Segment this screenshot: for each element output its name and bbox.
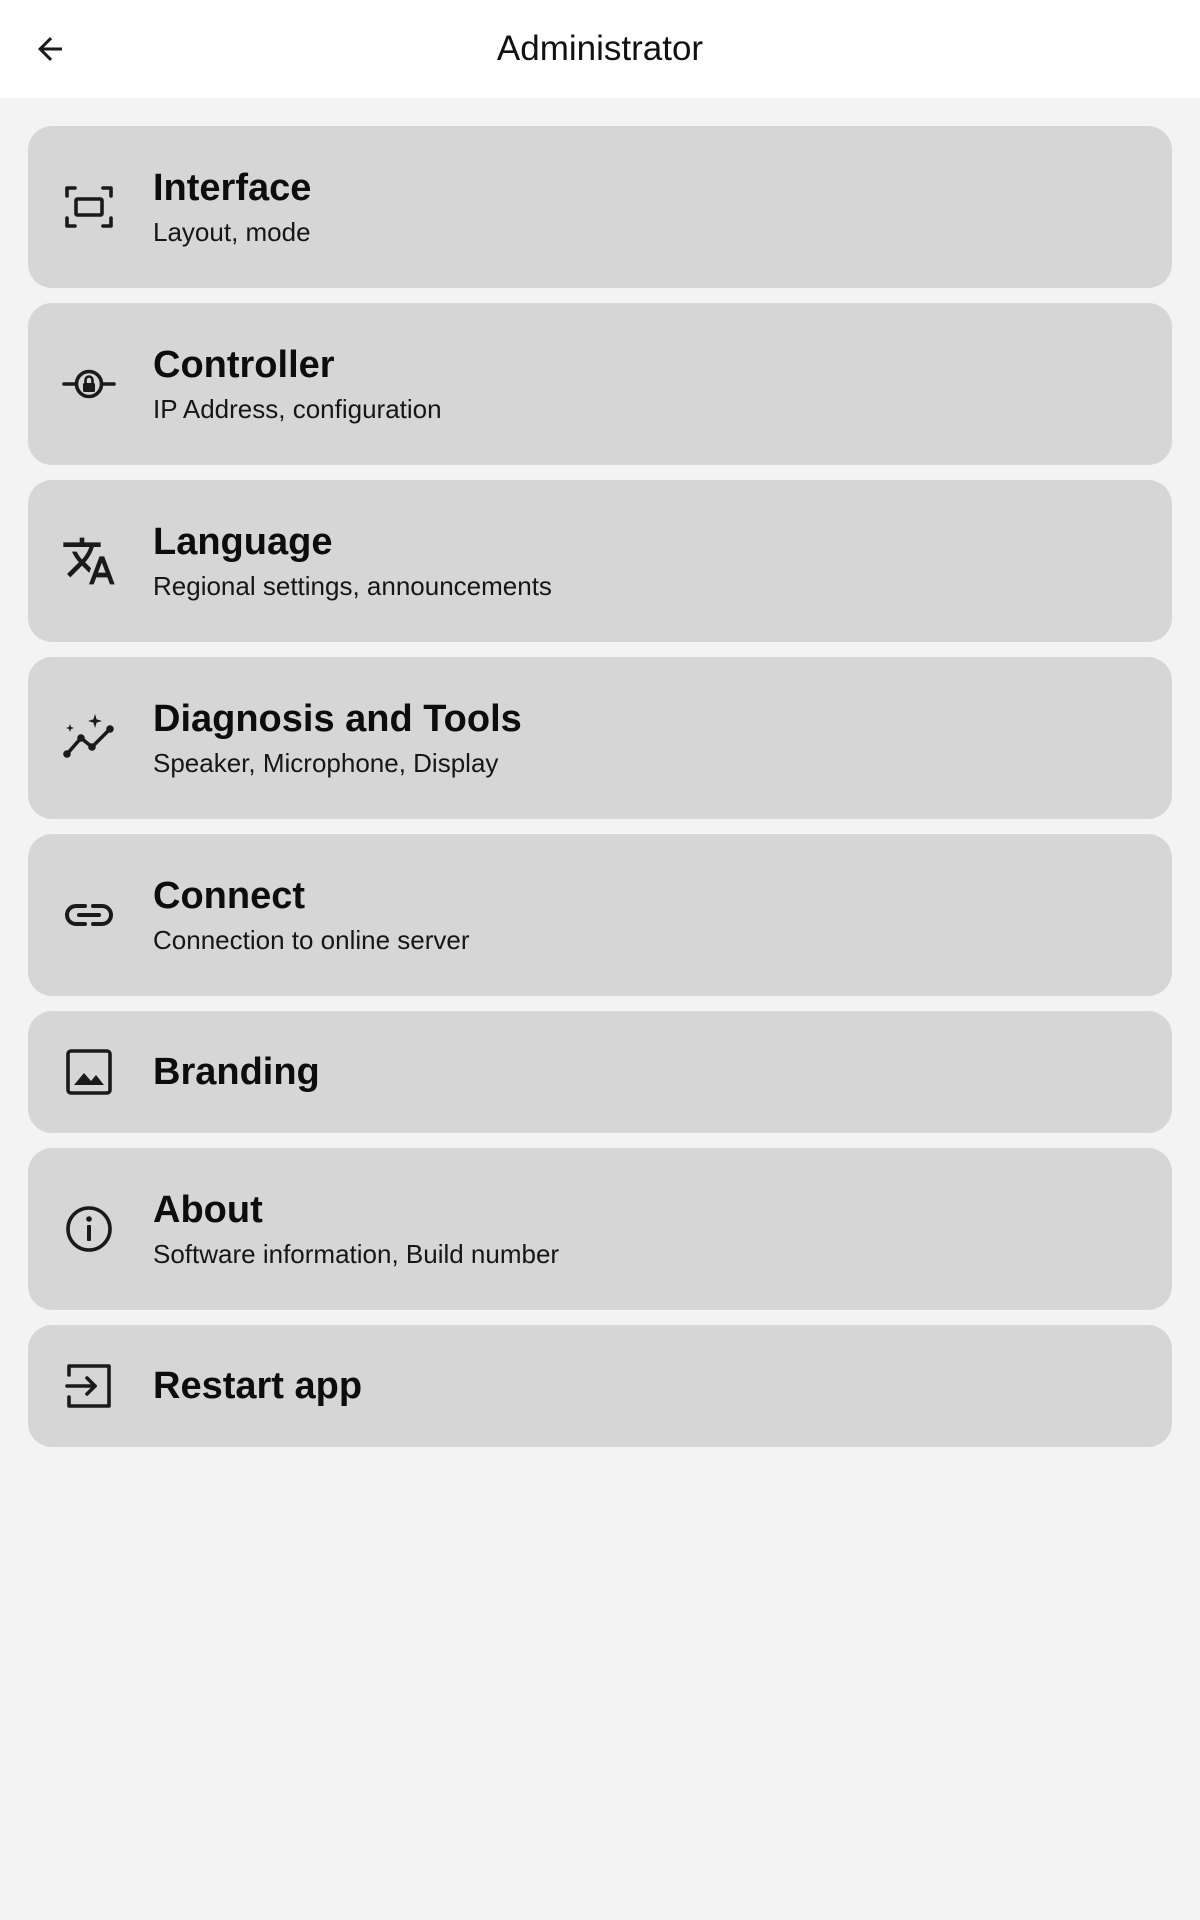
menu-item-restart-app[interactable]: Restart app [28, 1325, 1172, 1447]
menu-item-text: About Software information, Build number [153, 1148, 559, 1310]
menu-item-connect[interactable]: Connect Connection to online server [28, 834, 1172, 996]
menu-item-subtitle: IP Address, configuration [153, 394, 442, 424]
menu-item-language[interactable]: Language Regional settings, announcement… [28, 480, 1172, 642]
settings-menu: Interface Layout, mode Controller IP Add… [28, 126, 1172, 1462]
menu-item-about[interactable]: About Software information, Build number [28, 1148, 1172, 1310]
menu-item-subtitle: Layout, mode [153, 217, 311, 247]
translate-icon [61, 533, 117, 589]
menu-item-text: Controller IP Address, configuration [153, 303, 442, 465]
menu-item-text: Branding [153, 1011, 320, 1133]
menu-item-text: Connect Connection to online server [153, 834, 470, 996]
menu-item-title: Restart app [153, 1365, 363, 1407]
arrow-back-icon [38, 37, 62, 61]
menu-item-interface[interactable]: Interface Layout, mode [28, 126, 1172, 288]
menu-item-branding[interactable]: Branding [28, 1011, 1172, 1133]
menu-item-subtitle: Speaker, Microphone, Display [153, 748, 499, 778]
menu-item-title: Connect [153, 875, 305, 917]
info-icon [61, 1201, 117, 1257]
menu-item-title: Diagnosis and Tools [153, 698, 522, 740]
back-button[interactable] [20, 19, 80, 79]
app-bar: Administrator [0, 0, 1200, 98]
menu-item-title: Branding [153, 1051, 320, 1093]
login-icon [61, 1358, 117, 1414]
controller-lock-icon [61, 356, 117, 412]
menu-item-diagnosis-and-tools[interactable]: Diagnosis and Tools Speaker, Microphone,… [28, 657, 1172, 819]
page-title: Administrator [496, 29, 704, 68]
image-icon [61, 1044, 117, 1100]
menu-item-title: About [153, 1189, 263, 1231]
fit-screen-icon [61, 179, 117, 235]
menu-item-text: Restart app [153, 1325, 362, 1447]
menu-item-subtitle: Connection to online server [153, 925, 470, 955]
menu-item-controller[interactable]: Controller IP Address, configuration [28, 303, 1172, 465]
menu-item-subtitle: Software information, Build number [153, 1239, 560, 1269]
menu-item-title: Interface [153, 167, 312, 209]
diagnosis-chart-icon [61, 710, 117, 766]
menu-item-title: Language [153, 521, 333, 563]
menu-item-text: Language Regional settings, announcement… [153, 480, 552, 642]
menu-item-text: Diagnosis and Tools Speaker, Microphone,… [153, 657, 522, 819]
menu-item-title: Controller [153, 344, 335, 386]
menu-item-subtitle: Regional settings, announcements [153, 571, 552, 601]
link-icon [61, 887, 117, 943]
menu-item-text: Interface Layout, mode [153, 126, 311, 288]
